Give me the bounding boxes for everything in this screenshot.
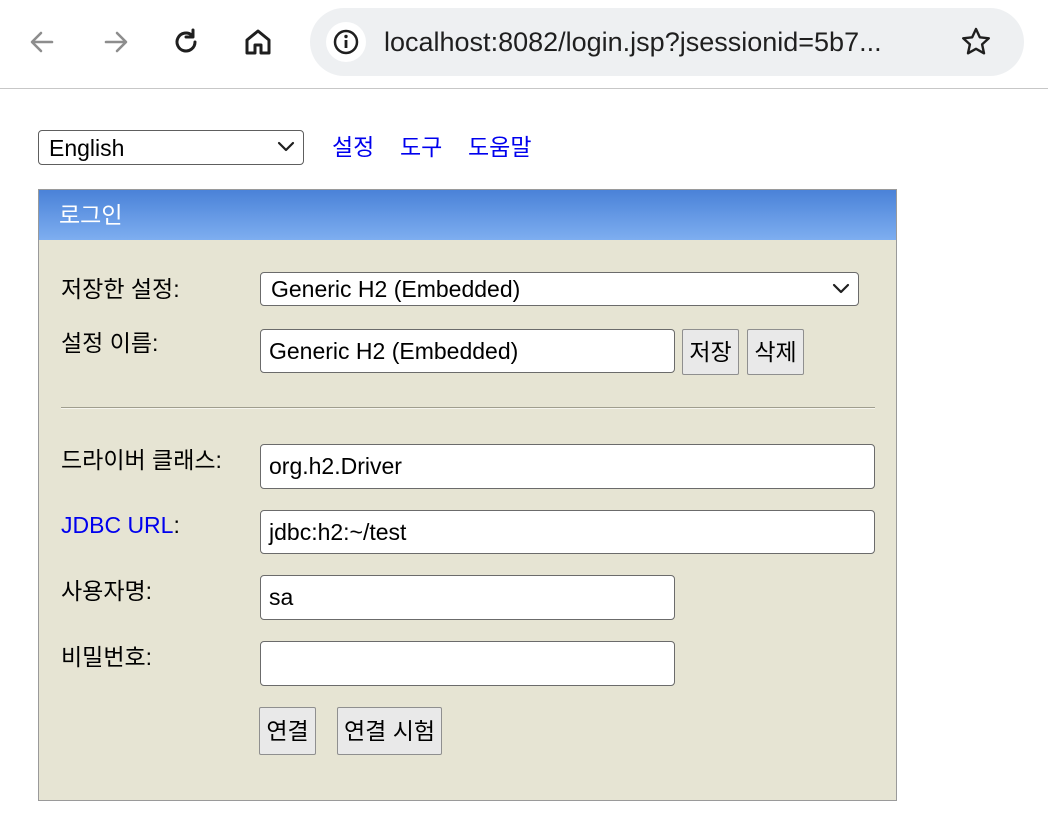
delete-button[interactable]: 삭제 (747, 329, 804, 375)
saved-settings-select[interactable]: Generic H2 (Embedded) (260, 272, 859, 306)
saved-settings-value: Generic H2 (Embedded) (271, 276, 521, 302)
chevron-down-icon (832, 282, 850, 301)
driver-class-label: 드라이버 클래스: (61, 447, 222, 473)
password-input[interactable] (260, 641, 675, 686)
link-tools[interactable]: 도구 (400, 131, 442, 163)
divider (61, 407, 875, 409)
link-settings[interactable]: 설정 (332, 131, 374, 163)
setting-name-input[interactable]: Generic H2 (Embedded) (260, 329, 675, 373)
site-info-icon[interactable] (326, 22, 366, 62)
password-label: 비밀번호: (61, 644, 153, 670)
setting-name-label: 설정 이름: (61, 330, 159, 356)
jdbc-url-input[interactable]: jdbc:h2:~/test (260, 510, 875, 554)
driver-class-input[interactable]: org.h2.Driver (260, 444, 875, 489)
chevron-down-icon (277, 140, 295, 159)
bookmark-star-icon[interactable] (956, 22, 996, 62)
reload-icon[interactable] (166, 22, 206, 62)
jdbc-url-link[interactable]: JDBC URL (61, 512, 173, 538)
saved-settings-label: 저장한 설정: (61, 276, 180, 302)
forward-icon[interactable] (96, 22, 136, 62)
link-help[interactable]: 도움말 (468, 131, 531, 163)
login-title: 로그인 (59, 202, 123, 228)
username-input[interactable]: sa (260, 575, 675, 620)
language-select-value: English (49, 135, 125, 161)
login-panel: 로그인 저장한 설정: Generic H2 (Embedded) 설정 이름:… (38, 189, 897, 801)
connect-button[interactable]: 연결 (259, 707, 316, 755)
save-button[interactable]: 저장 (682, 329, 739, 375)
login-panel-header: 로그인 (39, 190, 896, 240)
language-select[interactable]: English (38, 130, 304, 165)
address-bar[interactable]: localhost:8082/login.jsp?jsessionid=5b7.… (310, 8, 1024, 76)
jdbc-url-colon: : (173, 512, 180, 538)
home-icon[interactable] (238, 22, 278, 62)
url-text[interactable]: localhost:8082/login.jsp?jsessionid=5b7.… (384, 26, 954, 58)
test-connection-button[interactable]: 연결 시험 (337, 707, 442, 755)
back-icon[interactable] (22, 22, 62, 62)
jdbc-url-label: JDBC URL: (61, 510, 180, 540)
username-label: 사용자명: (61, 578, 153, 604)
browser-toolbar: localhost:8082/login.jsp?jsessionid=5b7.… (0, 0, 1048, 89)
